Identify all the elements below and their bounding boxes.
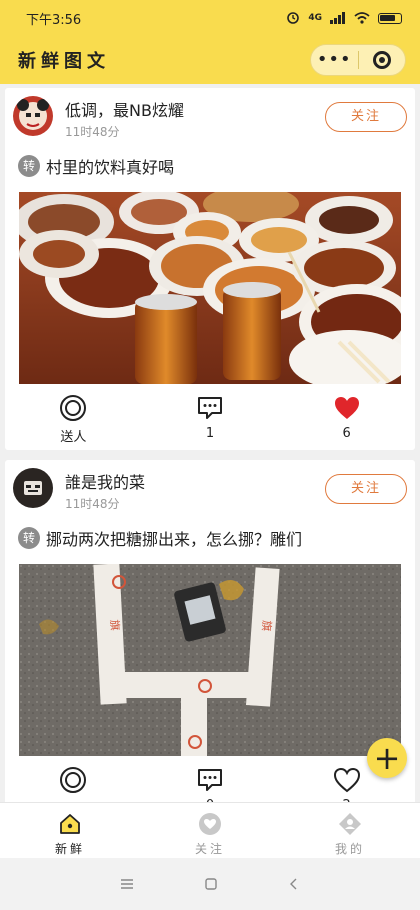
alarm-icon bbox=[287, 12, 300, 24]
more-dots-icon[interactable]: ••• bbox=[311, 50, 358, 70]
profile-icon bbox=[339, 813, 361, 835]
tab-label: 我的 bbox=[334, 842, 365, 856]
comment-count: 1 bbox=[205, 426, 215, 441]
post-actions: 送人 1 6 bbox=[5, 394, 415, 446]
home-icon bbox=[60, 814, 80, 834]
like-action-button[interactable]: 6 bbox=[278, 394, 415, 446]
avatar-image bbox=[13, 96, 53, 136]
nav-bar: 新鲜图文 ••• bbox=[0, 36, 420, 84]
comment-icon bbox=[198, 397, 222, 419]
follow-button[interactable]: 关注 bbox=[325, 474, 407, 504]
wifi-icon bbox=[354, 12, 370, 24]
post-text[interactable]: 村里的饮料真好喝 bbox=[46, 154, 174, 178]
status-icons: 4G bbox=[286, 11, 402, 25]
tab-fresh[interactable]: 新鲜 bbox=[0, 803, 140, 858]
username[interactable]: 誰是我的菜 bbox=[65, 469, 145, 493]
follow-button[interactable]: 关注 bbox=[325, 102, 407, 132]
page-title: 新鲜图文 bbox=[18, 51, 110, 72]
heart-outline-icon bbox=[333, 767, 360, 793]
post-card: 誰是我的菜 11时48分 关注 转 挪动两次把糖挪出来，怎么挪？雕们 旗 旗 bbox=[5, 460, 415, 802]
avatar[interactable] bbox=[13, 468, 53, 508]
gift-label: 送人 bbox=[60, 430, 87, 445]
post-content[interactable]: 转 挪动两次把糖挪出来，怎么挪？雕们 bbox=[18, 526, 302, 550]
avatar-image bbox=[13, 468, 53, 508]
post-text[interactable]: 挪动两次把糖挪出来，怎么挪？雕们 bbox=[46, 526, 302, 550]
back-icon[interactable] bbox=[288, 877, 300, 891]
close-miniapp-button[interactable] bbox=[359, 51, 406, 69]
tab-mine[interactable]: 我的 bbox=[280, 803, 420, 858]
status-bar: 下午3:56 4G bbox=[0, 0, 420, 36]
gift-action-button[interactable]: 送人 bbox=[5, 766, 142, 802]
repost-badge: 转 bbox=[18, 527, 40, 549]
plus-icon: + bbox=[373, 739, 401, 777]
tab-follow[interactable]: 关注 bbox=[140, 803, 280, 858]
signal-icon bbox=[330, 12, 345, 24]
username[interactable]: 低调，最NB炫耀 bbox=[65, 97, 184, 121]
post-card: 低调，最NB炫耀 11时48分 关注 转 村里的饮料真好喝 送人 1 6 bbox=[5, 88, 415, 450]
post-actions: 送人 0 2 bbox=[5, 766, 415, 802]
gift-action-button[interactable]: 送人 bbox=[5, 394, 142, 446]
svg-text:旗: 旗 bbox=[259, 620, 274, 632]
status-time: 下午3:56 bbox=[26, 12, 82, 28]
heart-filled-icon bbox=[334, 397, 359, 419]
tab-label: 关注 bbox=[194, 842, 225, 856]
avatar[interactable] bbox=[13, 96, 53, 136]
like-count: 6 bbox=[342, 426, 351, 441]
chopsticks-puzzle-photo: 旗 旗 bbox=[19, 564, 401, 756]
food-table-photo bbox=[19, 192, 401, 384]
post-header: 誰是我的菜 11时48分 关注 bbox=[13, 468, 407, 512]
target-close-icon bbox=[372, 51, 391, 69]
feed-list[interactable]: 低调，最NB炫耀 11时48分 关注 转 村里的饮料真好喝 送人 1 6 誰是我… bbox=[0, 84, 420, 802]
tab-label: 新鲜 bbox=[54, 842, 85, 856]
post-time: 11时48分 bbox=[65, 497, 120, 511]
gift-ring-icon bbox=[60, 395, 87, 421]
network-type-label: 4G bbox=[308, 13, 322, 23]
comment-icon bbox=[198, 769, 222, 791]
svg-text:旗: 旗 bbox=[108, 619, 123, 631]
post-header: 低调，最NB炫耀 11时48分 关注 bbox=[13, 96, 407, 140]
home-square-icon[interactable] bbox=[204, 877, 218, 891]
post-content[interactable]: 转 村里的饮料真好喝 bbox=[18, 154, 174, 178]
repost-badge: 转 bbox=[18, 155, 40, 177]
post-time: 11时48分 bbox=[65, 125, 120, 139]
system-nav-bar bbox=[0, 858, 420, 910]
battery-icon bbox=[378, 12, 402, 24]
gift-ring-icon bbox=[60, 767, 87, 793]
comment-action-button[interactable]: 0 bbox=[142, 766, 279, 802]
add-post-button[interactable]: + bbox=[367, 738, 407, 778]
post-image[interactable] bbox=[19, 192, 401, 384]
heart-badge-icon bbox=[199, 813, 221, 835]
menu-icon[interactable] bbox=[120, 878, 134, 890]
miniapp-capsule: ••• bbox=[310, 44, 406, 76]
tab-bar: 新鲜 关注 我的 bbox=[0, 802, 420, 858]
comment-action-button[interactable]: 1 bbox=[142, 394, 279, 446]
post-image[interactable]: 旗 旗 bbox=[19, 564, 401, 756]
